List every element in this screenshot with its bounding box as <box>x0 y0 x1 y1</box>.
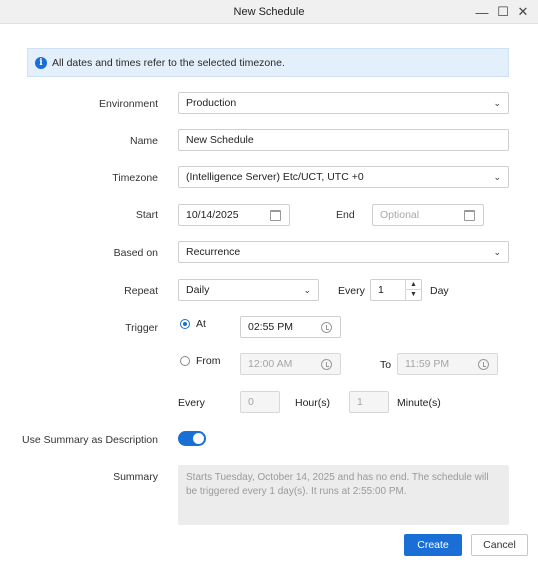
summary-label: Summary <box>113 471 158 483</box>
chevron-down-icon: ⌄ <box>303 285 311 295</box>
environment-select[interactable]: Production ⌄ <box>178 92 509 114</box>
timezone-value: (Intelligence Server) Etc/UCT, UTC +0 <box>186 171 364 183</box>
timezone-label: Timezone <box>112 172 158 184</box>
repeat-value: Daily <box>186 284 210 296</box>
clock-icon[interactable] <box>321 322 332 333</box>
toggle-knob <box>193 433 204 444</box>
trigger-to-label: To <box>380 359 392 371</box>
trigger-at-time-value: 02:55 PM <box>248 321 293 333</box>
end-date-input[interactable]: Optional <box>372 204 484 226</box>
trigger-from-radio[interactable] <box>180 356 190 366</box>
window-title: New Schedule <box>233 6 305 18</box>
trigger-from-time-input[interactable]: 12:00 AM <box>240 353 341 375</box>
close-icon: ✕ <box>517 4 529 19</box>
trigger-label: Trigger <box>125 322 158 334</box>
calendar-icon[interactable] <box>270 210 281 221</box>
stepper-buttons: ▲ ▼ <box>405 280 421 300</box>
trigger-at-label: At <box>196 318 206 330</box>
chevron-down-icon: ⌄ <box>493 172 501 182</box>
timezone-info-banner: i All dates and times refer to the selec… <box>27 48 509 77</box>
end-date-placeholder: Optional <box>380 209 420 221</box>
calendar-icon[interactable] <box>464 210 475 221</box>
trigger-at-radio[interactable] <box>180 319 190 329</box>
minimize-button[interactable]: — <box>473 3 491 21</box>
trigger-to-time-value: 11:59 PM <box>405 358 450 370</box>
interval-minutes-label: Minute(s) <box>397 397 441 409</box>
use-summary-label: Use Summary as Description <box>22 434 158 446</box>
banner-text: All dates and times refer to the selecte… <box>52 57 285 69</box>
chevron-down-icon: ⌄ <box>493 98 501 108</box>
interval-every-label: Every <box>178 397 205 409</box>
summary-textarea[interactable]: Starts Tuesday, October 14, 2025 and has… <box>178 465 509 525</box>
maximize-icon: ☐ <box>497 4 509 19</box>
stepper-down-icon[interactable]: ▼ <box>406 290 421 300</box>
repeat-select[interactable]: Daily ⌄ <box>178 279 319 301</box>
interval-minutes-value: 1 <box>357 396 363 408</box>
environment-label: Environment <box>99 98 158 110</box>
name-label: Name <box>129 135 158 147</box>
cancel-button[interactable]: Cancel <box>471 534 528 556</box>
based-on-value: Recurrence <box>186 246 241 258</box>
minimize-icon: — <box>475 4 489 20</box>
start-date-value: 10/14/2025 <box>186 209 239 221</box>
close-button[interactable]: ✕ <box>514 3 532 21</box>
info-icon: i <box>35 57 47 69</box>
repeat-unit-label: Day <box>430 285 449 297</box>
based-on-label: Based on <box>113 247 158 259</box>
start-date-input[interactable]: 10/14/2025 <box>178 204 290 226</box>
end-label: End <box>336 209 355 221</box>
interval-hours-input[interactable]: 0 <box>240 391 280 413</box>
environment-value: Production <box>186 97 237 109</box>
clock-icon <box>478 359 489 370</box>
repeat-every-value: 1 <box>378 284 384 296</box>
repeat-every-label: Every <box>338 285 365 297</box>
clock-icon <box>321 359 332 370</box>
name-input[interactable] <box>178 129 509 151</box>
start-label: Start <box>135 209 158 221</box>
create-button[interactable]: Create <box>404 534 462 556</box>
interval-minutes-input[interactable]: 1 <box>349 391 389 413</box>
trigger-from-time-value: 12:00 AM <box>248 358 293 370</box>
chevron-down-icon: ⌄ <box>493 247 501 257</box>
use-summary-toggle[interactable] <box>178 431 206 446</box>
interval-hours-label: Hour(s) <box>295 397 331 409</box>
repeat-label: Repeat <box>124 285 158 297</box>
title-bar: New Schedule — ☐ ✕ <box>0 0 538 24</box>
repeat-every-stepper[interactable]: 1 ▲ ▼ <box>370 279 422 301</box>
interval-hours-value: 0 <box>248 396 254 408</box>
trigger-at-time-input[interactable]: 02:55 PM <box>240 316 341 338</box>
timezone-select[interactable]: (Intelligence Server) Etc/UCT, UTC +0 ⌄ <box>178 166 509 188</box>
trigger-to-time-input[interactable]: 11:59 PM <box>397 353 498 375</box>
based-on-select[interactable]: Recurrence ⌄ <box>178 241 509 263</box>
stepper-up-icon[interactable]: ▲ <box>406 280 421 290</box>
trigger-from-label: From <box>196 355 221 367</box>
maximize-button[interactable]: ☐ <box>494 3 512 21</box>
